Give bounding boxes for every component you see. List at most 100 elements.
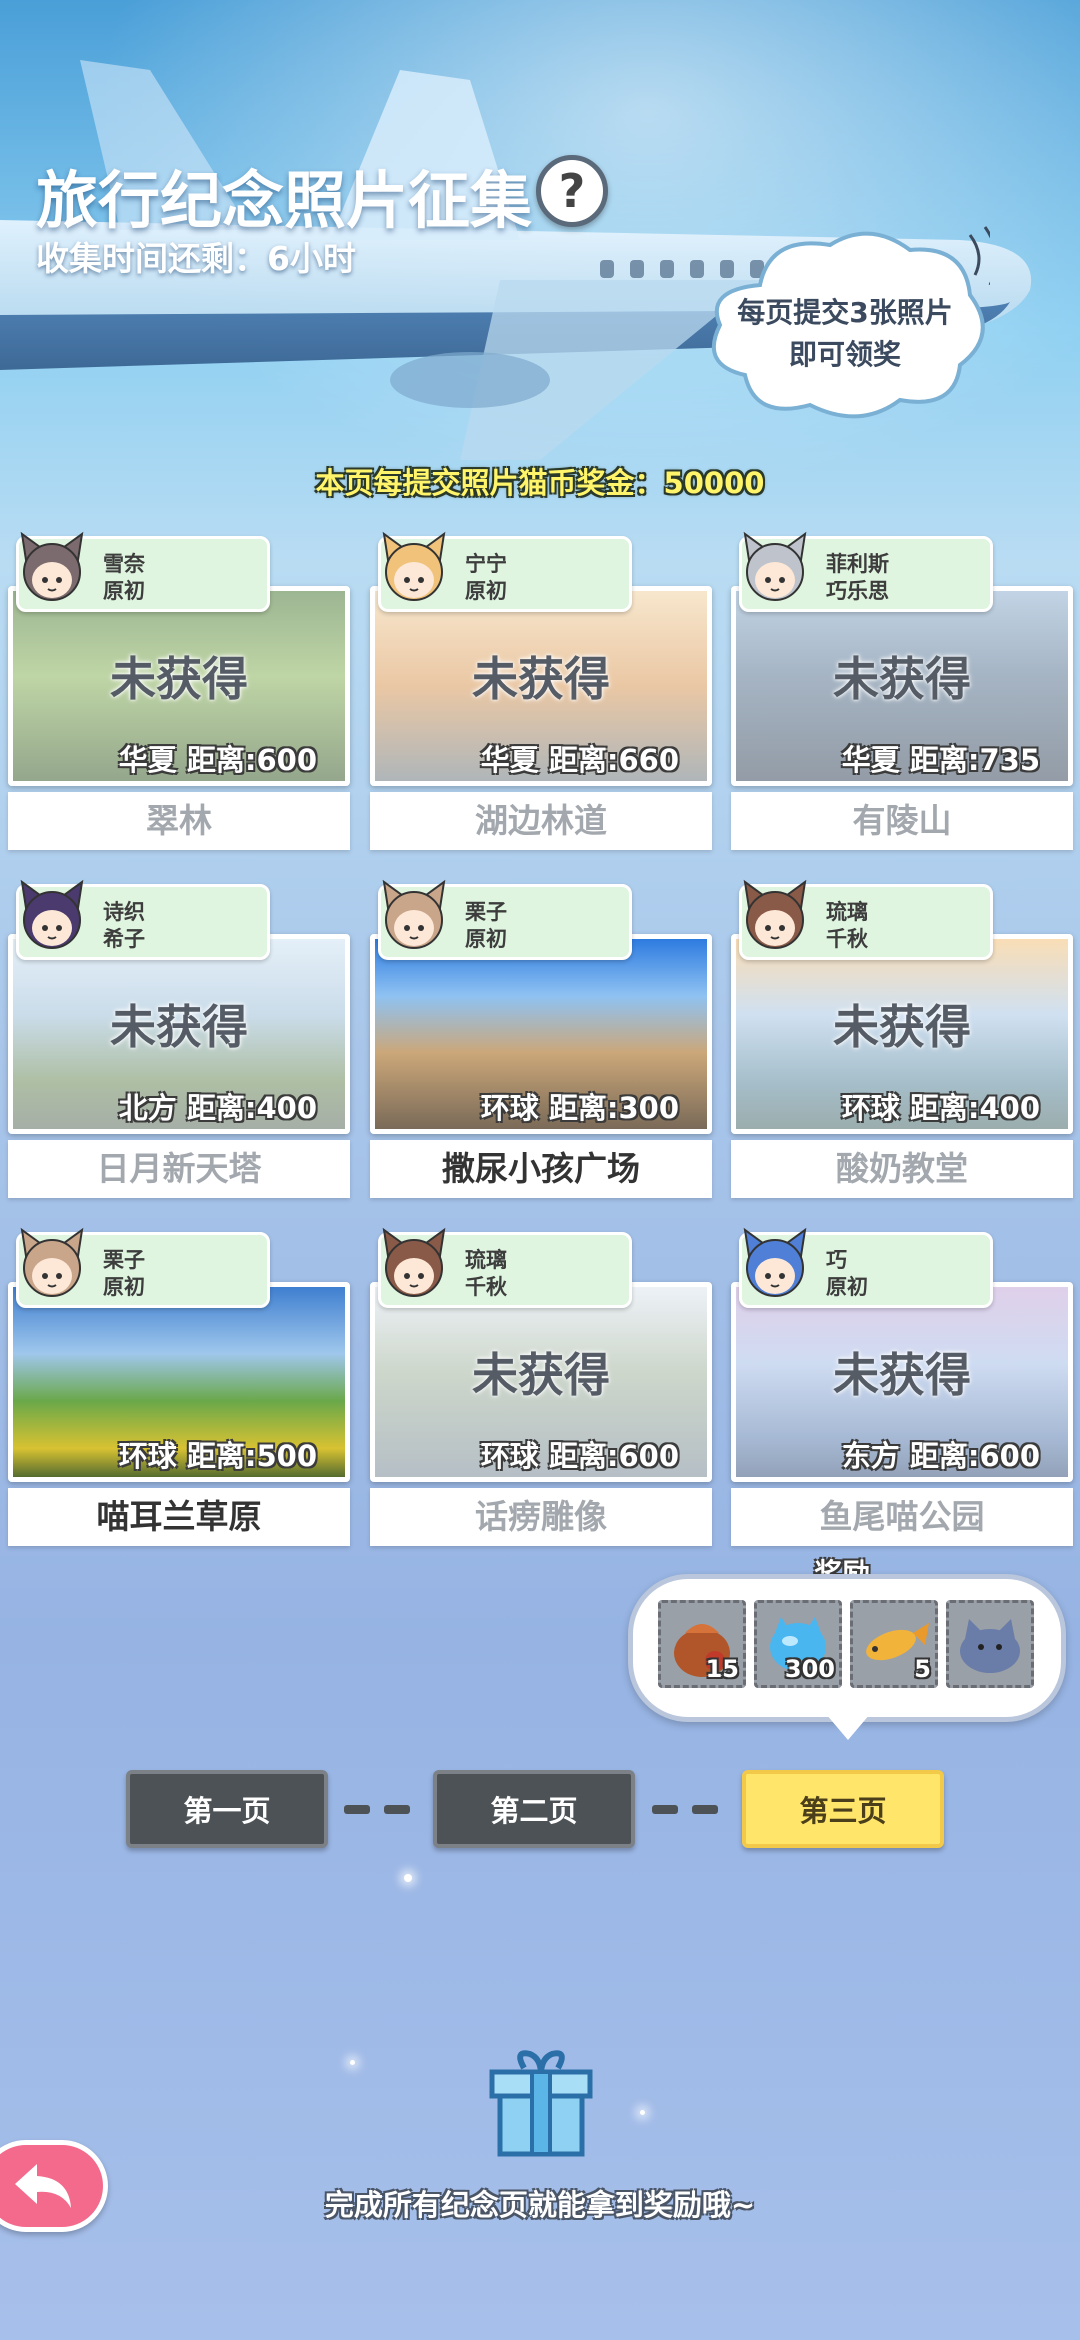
location-name: 鱼尾喵公园 xyxy=(731,1488,1073,1546)
status-label: 未获得 xyxy=(472,1348,610,1402)
photo-card[interactable]: 未获得 环球 距离:600 话痨雕像 琉璃 千秋 xyxy=(370,1227,712,1546)
photo-card[interactable]: 未获得 华夏 距离:600 翠林 雪奈 原初 xyxy=(8,531,350,850)
photo-card[interactable]: 未获得 东方 距离:600 鱼尾喵公园 巧 原初 xyxy=(731,1227,1073,1546)
reward-item-blue-crystal[interactable]: 300 xyxy=(754,1600,842,1688)
status-label: 未获得 xyxy=(472,652,610,706)
distance-label: 华夏 距离:600 xyxy=(118,743,317,777)
photo-frame[interactable]: 未获得 华夏 距离:600 xyxy=(8,586,350,786)
photo-card[interactable]: 环球 距离:300 撒尿小孩广场 栗子 原初 xyxy=(370,879,712,1198)
photo-frame[interactable]: 未获得 东方 距离:600 xyxy=(731,1282,1073,1482)
character-avatar-icon xyxy=(20,1227,84,1297)
page-1-button[interactable]: 第一页 xyxy=(126,1770,328,1848)
photo-card[interactable]: 未获得 华夏 距离:660 湖边林道 宁宁 原初 xyxy=(370,531,712,850)
character-variant: 原初 xyxy=(826,1275,868,1299)
status-label: 未获得 xyxy=(833,652,971,706)
character-avatar-icon xyxy=(743,1227,807,1297)
distance-label: 环球 距离:600 xyxy=(480,1439,679,1473)
status-label: 未获得 xyxy=(110,1000,248,1054)
collect-timer: 收集时间还剩：6小时 xyxy=(36,239,356,278)
pager-dash xyxy=(384,1805,410,1814)
pager-dash xyxy=(652,1805,678,1814)
reward-count: 300 xyxy=(784,1655,835,1683)
photo-frame[interactable]: 环球 距离:500 xyxy=(8,1282,350,1482)
character-variant: 原初 xyxy=(103,579,145,603)
character-variant: 希子 xyxy=(103,927,145,951)
distance-label: 环球 距离:300 xyxy=(480,1091,679,1125)
photo-frame[interactable]: 未获得 华夏 距离:735 xyxy=(731,586,1073,786)
character-variant: 千秋 xyxy=(826,927,868,951)
location-name: 日月新天塔 xyxy=(8,1140,350,1198)
character-name: 琉璃 xyxy=(465,1248,507,1272)
photo-card[interactable]: 环球 距离:500 喵耳兰草原 栗子 原初 xyxy=(8,1227,350,1546)
location-name: 翠林 xyxy=(8,792,350,850)
distance-label: 北方 距离:400 xyxy=(118,1091,317,1125)
distance-label: 环球 距离:400 xyxy=(841,1091,1040,1125)
reward-count: 5 xyxy=(914,1655,931,1683)
photo-frame[interactable]: 环球 距离:300 xyxy=(370,934,712,1134)
photo-frame[interactable]: 未获得 环球 距离:600 xyxy=(370,1282,712,1482)
character-name: 琉璃 xyxy=(826,900,868,924)
reward-count: 15 xyxy=(705,1655,739,1683)
character-name: 宁宁 xyxy=(465,552,507,576)
character-avatar-icon xyxy=(382,1227,446,1297)
character-name: 菲利斯 xyxy=(826,552,889,576)
character-variant: 千秋 xyxy=(465,1275,507,1299)
reward-item-fish[interactable]: 5 xyxy=(850,1600,938,1688)
reward-pointer xyxy=(826,1714,870,1740)
gift-box-icon[interactable] xyxy=(484,2046,598,2160)
character-name: 栗子 xyxy=(465,900,507,924)
photo-card[interactable]: 未获得 北方 距离:400 日月新天塔 诗织 希子 xyxy=(8,879,350,1198)
sparkle-decoration xyxy=(640,2110,645,2115)
photo-frame[interactable]: 未获得 华夏 距离:660 xyxy=(370,586,712,786)
character-name: 诗织 xyxy=(103,900,145,924)
distance-label: 东方 距离:600 xyxy=(841,1439,1040,1473)
character-avatar-icon xyxy=(20,531,84,601)
reward-item-cat-plush[interactable] xyxy=(946,1600,1034,1688)
character-avatar-icon xyxy=(382,531,446,601)
character-name: 栗子 xyxy=(103,1248,145,1272)
location-name: 撒尿小孩广场 xyxy=(370,1140,712,1198)
pager-dash xyxy=(344,1805,370,1814)
bonus-text: 本页每提交照片猫币奖金：50000 xyxy=(315,466,765,500)
location-name: 酸奶教堂 xyxy=(731,1140,1073,1198)
status-label: 未获得 xyxy=(833,1000,971,1054)
photo-card[interactable]: 未获得 环球 距离:400 酸奶教堂 琉璃 千秋 xyxy=(731,879,1073,1198)
distance-label: 华夏 距离:660 xyxy=(480,743,679,777)
character-avatar-icon xyxy=(382,879,446,949)
character-variant: 原初 xyxy=(465,579,507,603)
page-title: 旅行纪念照片征集 xyxy=(36,164,533,237)
back-button[interactable] xyxy=(0,2140,108,2232)
photo-card[interactable]: 未获得 华夏 距离:735 有陵山 菲利斯 巧乐思 xyxy=(731,531,1073,850)
help-button[interactable]: ? xyxy=(536,155,608,227)
cloud-tip-text: 每页提交3张照片 即可领奖 xyxy=(710,292,980,376)
character-name: 巧 xyxy=(826,1248,847,1272)
back-arrow-icon xyxy=(15,2164,71,2208)
cat-plush-icon xyxy=(960,1619,1020,1673)
character-variant: 巧乐思 xyxy=(826,579,889,603)
character-avatar-icon xyxy=(20,879,84,949)
cloud-tip-line1: 每页提交3张照片 xyxy=(737,296,953,329)
location-name: 话痨雕像 xyxy=(370,1488,712,1546)
question-icon: ? xyxy=(558,164,586,218)
distance-label: 华夏 距离:735 xyxy=(841,743,1040,777)
location-name: 有陵山 xyxy=(731,792,1073,850)
character-avatar-icon xyxy=(743,531,807,601)
photo-frame[interactable]: 未获得 北方 距离:400 xyxy=(8,934,350,1134)
character-avatar-icon xyxy=(743,879,807,949)
character-name: 雪奈 xyxy=(103,552,145,576)
photo-frame[interactable]: 未获得 环球 距离:400 xyxy=(731,934,1073,1134)
footer-hint: 完成所有纪念页就能拿到奖励哦~ xyxy=(324,2188,756,2222)
reward-item-treasure-bag[interactable]: 15 xyxy=(658,1600,746,1688)
status-label: 未获得 xyxy=(110,652,248,706)
character-variant: 原初 xyxy=(465,927,507,951)
status-label: 未获得 xyxy=(833,1348,971,1402)
page-3-button[interactable]: 第三页 xyxy=(742,1770,944,1848)
cloud-tip-line2: 即可领奖 xyxy=(788,338,901,371)
page-2-button[interactable]: 第二页 xyxy=(433,1770,635,1848)
location-name: 湖边林道 xyxy=(370,792,712,850)
pager-dash xyxy=(692,1805,718,1814)
sparkle-decoration xyxy=(404,1874,412,1882)
location-name: 喵耳兰草原 xyxy=(8,1488,350,1546)
sparkle-decoration xyxy=(350,2060,355,2065)
character-variant: 原初 xyxy=(103,1275,145,1299)
